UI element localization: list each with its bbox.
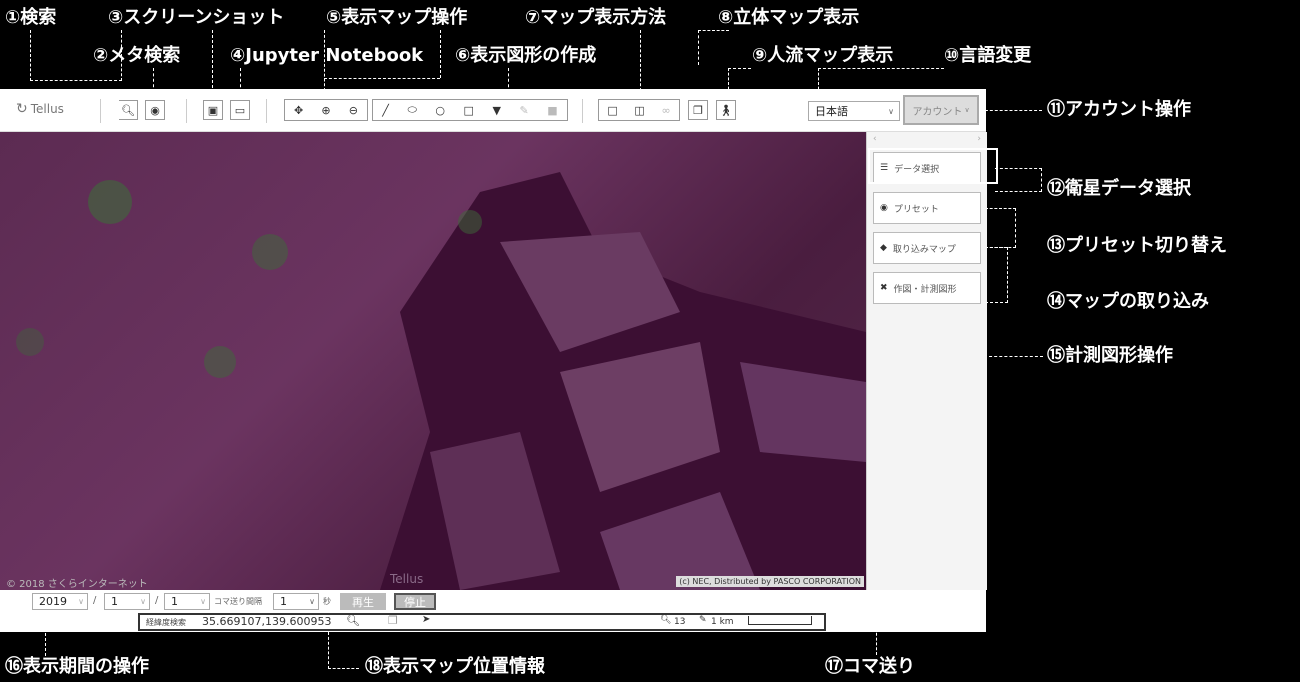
highlight-screenshot	[200, 97, 256, 124]
leader-line	[985, 208, 1016, 248]
scale-label: 1 km	[711, 617, 734, 627]
map-credit-left: © 2018 さくらインターネット	[6, 579, 148, 590]
annotation-screenshot: ③スクリーンショット	[108, 7, 285, 28]
annotation-shape-create: ⑥表示図形の作成	[455, 45, 597, 66]
satellite-map[interactable]: © 2018 さくらインターネット Tellus (c) NEC, Distri…	[0, 132, 866, 590]
annotation-map-import: ⑭マップの取り込み	[1047, 291, 1209, 312]
draw-measure-label: 作図・計測図形	[893, 284, 957, 295]
layers-icon: ◆	[880, 243, 887, 253]
position-bar: 経緯度検索 35.669107,139.600953 🔍︎ ❐ ➤ 🔍︎ 13 …	[0, 612, 986, 632]
copy-icon[interactable]: ❐	[388, 614, 398, 627]
highlight-map-ops	[282, 97, 571, 124]
preset-button[interactable]: ◉ プリセット	[873, 192, 981, 224]
pencil-icon: ✎	[699, 615, 707, 625]
import-map-button[interactable]: ◆ 取り込みマップ	[873, 232, 981, 264]
account-button[interactable]: アカウント ∨	[903, 95, 979, 125]
leader-line	[324, 78, 440, 80]
preset-label: プリセット	[893, 204, 939, 215]
annotation-search: ①検索	[5, 7, 57, 28]
highlight-search	[117, 98, 167, 124]
leader-line	[328, 632, 359, 669]
divider	[266, 99, 267, 123]
annotation-3d-map: ⑧立体マップ表示	[718, 7, 860, 28]
annotation-language: ⑩言語変更	[944, 45, 1032, 66]
coordinate-input[interactable]: 35.669107,139.600953	[202, 615, 331, 628]
panel-collapse-right-icon[interactable]: ›	[977, 134, 981, 144]
interval-value: 1	[280, 595, 287, 608]
annotation-position: ⑱表示マップ位置情報	[365, 656, 545, 677]
interval-unit: 秒	[323, 597, 331, 606]
import-map-label: 取り込みマップ	[892, 244, 956, 255]
highlight-language	[806, 97, 902, 124]
leader-line	[212, 30, 214, 98]
map-watermark: Tellus	[390, 572, 424, 586]
interval-select[interactable]: 1 ∨	[273, 593, 319, 610]
chevron-down-icon: ∨	[309, 597, 315, 606]
scale-bar	[748, 616, 812, 625]
divider	[100, 99, 101, 123]
leader-line	[440, 30, 442, 78]
account-label: アカウント	[912, 106, 963, 118]
annotation-jupyter: ④Jupyter Notebook	[230, 45, 424, 66]
leader-line	[640, 30, 642, 96]
palette-icon: ◉	[880, 203, 888, 213]
side-panel: ‹ › ☰ データ選択 ◉ プリセット ◆ 取り込みマップ ✖ 作図・計測図形	[866, 132, 987, 590]
divider	[186, 99, 187, 123]
leader-line	[985, 247, 1008, 303]
annotation-map-display: ⑦マップ表示方法	[525, 7, 667, 28]
coordinate-search-label: 経緯度検索	[146, 618, 186, 627]
annotation-measure: ⑮計測図形操作	[1047, 345, 1173, 366]
annotation-frame-step: ⑰コマ送り	[825, 656, 915, 677]
annotation-people-flow: ⑨人流マップ表示	[752, 45, 894, 66]
map-imagery	[16, 172, 866, 590]
leader-line	[980, 110, 1042, 112]
zoom-level: 13	[674, 617, 686, 627]
highlight-3d	[686, 97, 740, 124]
panel-collapse-left-icon[interactable]: ‹	[873, 134, 877, 144]
logo: ↻ Tellus	[16, 101, 64, 117]
stop-button[interactable]: 停止	[394, 593, 436, 610]
leader-line	[324, 30, 326, 96]
annotation-preset: ⑬プリセット切り替え	[1047, 235, 1227, 256]
annotation-satellite-data: ⑫衛星データ選択	[1047, 178, 1191, 199]
map-credit-right: (c) NEC, Distributed by PASCO CORPORATIO…	[676, 576, 864, 587]
search-icon[interactable]: 🔍︎	[346, 614, 360, 627]
highlight-map-display	[596, 97, 684, 124]
zoom-level-icon: 🔍︎	[660, 615, 672, 625]
chevron-down-icon: ∨	[964, 106, 970, 114]
app-window: ↻ Tellus 🔍︎ ◉ ▣ ▭ ✥ ⊕ ⊖ ╱ ⬭ ○ □ ▼ ✎ ■ □ …	[0, 89, 987, 632]
leader-line	[995, 168, 1042, 192]
logo-icon: ↻	[16, 101, 28, 117]
divider	[582, 99, 583, 123]
play-button[interactable]: 再生	[340, 593, 386, 610]
highlight-period	[30, 591, 212, 613]
highlight-side-buttons	[868, 148, 998, 184]
annotation-period: ⑯表示期間の操作	[5, 656, 149, 677]
leader-line	[698, 30, 729, 65]
tools-icon: ✖	[880, 283, 888, 293]
cursor-icon[interactable]: ➤	[422, 614, 430, 625]
interval-label: コマ送り間隔	[214, 597, 262, 606]
leader-line	[30, 30, 122, 81]
annotation-account: ⑪アカウント操作	[1047, 99, 1191, 120]
draw-measure-button[interactable]: ✖ 作図・計測図形	[873, 272, 981, 304]
logo-text: Tellus	[30, 102, 64, 116]
annotation-map-ops: ⑤表示マップ操作	[326, 7, 468, 28]
